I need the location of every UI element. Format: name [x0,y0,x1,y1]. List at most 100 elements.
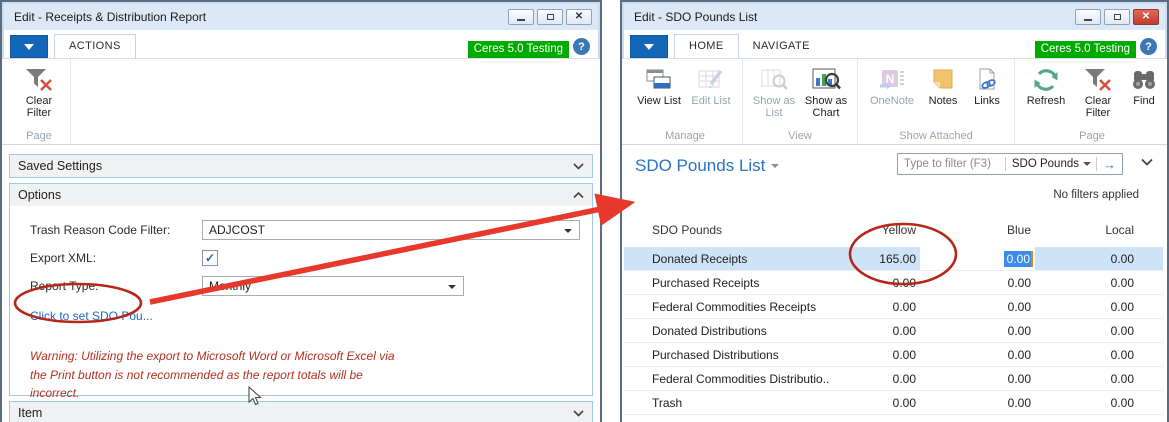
cell-name[interactable]: Donated Receipts [624,247,830,271]
links-button[interactable]: Links [966,63,1008,107]
cell-name[interactable]: Federal Commodities Receipts [624,295,830,319]
filter-field-selector[interactable]: SDO Pounds [1006,158,1083,170]
cell-blue[interactable]: 0.00 [920,391,1035,415]
cell-blue[interactable]: 0.00 [920,343,1035,367]
fasttab-options: Options Trash Reason Code Filter: ADJCOS… [9,183,593,396]
request-page-content: Saved Settings Options Trash Reason Code… [2,145,600,422]
view-list-icon [645,65,673,95]
cell-name[interactable]: Federal Commodities Distributio... [624,367,830,391]
saved-settings-header[interactable]: Saved Settings [10,155,592,177]
cell-yellow[interactable]: 0.00 [830,271,920,295]
minimize-button[interactable] [508,9,534,25]
report-type-combobox[interactable]: Monthly [202,276,464,296]
chevron-down-icon[interactable] [1083,162,1091,166]
cell-local[interactable]: 0.00 [1035,367,1138,391]
column-header-sdo-pounds[interactable]: SDO Pounds [624,215,830,247]
trash-reason-filter-combobox[interactable]: ADJCOST [202,220,580,240]
cell-yellow[interactable]: 0.00 [830,295,920,319]
chevron-down-icon [644,44,654,50]
cell-name[interactable]: Purchased Receipts [624,271,830,295]
item-header[interactable]: Item [10,402,592,422]
page-title[interactable]: SDO Pounds List [635,156,779,176]
table-row[interactable]: Purchased Distributions 0.00 0.00 0.00 [624,343,1163,367]
dropdown-arrow-icon[interactable] [448,285,456,289]
cell-local[interactable]: 0.00 [1035,319,1138,343]
dropdown-arrow-icon[interactable] [564,229,572,233]
restore-button[interactable] [1104,9,1130,25]
clear-filter-button[interactable]: Clear Filter [14,63,64,120]
cell-local[interactable]: 0.00 [1035,247,1138,271]
cell-name[interactable]: Trash [624,391,830,415]
filter-go-button[interactable]: → [1097,157,1122,172]
warning-text: Warning: Utilizing the export to Microso… [30,347,492,403]
sdo-pounds-table: SDO Pounds Yellow Blue Local Donated Rec… [624,215,1163,415]
cell-name[interactable]: Donated Distributions [624,319,830,343]
cell-yellow[interactable]: 0.00 [830,391,920,415]
group-label-manage: Manage [634,129,736,144]
view-list-button[interactable]: View List [634,63,684,107]
notes-button[interactable]: Notes [922,63,964,107]
onenote-button[interactable]: N OneNote [864,63,920,107]
chevron-down-icon[interactable] [771,164,779,168]
cell-blue[interactable]: 0.00 [920,367,1035,391]
app-menu-button[interactable] [10,35,48,58]
set-sdo-pounds-link[interactable]: Click to set SDO Pou... [30,309,153,323]
window-title: Edit - SDO Pounds List [634,10,1075,24]
tab-navigate[interactable]: NAVIGATE [739,35,824,58]
options-label: Options [18,188,61,202]
show-as-chart-button[interactable]: Show as Chart [801,63,851,120]
export-xml-checkbox[interactable]: ✓ [202,250,218,266]
help-icon[interactable]: ? [573,38,590,55]
column-header-local[interactable]: Local [1035,215,1138,247]
restore-button[interactable] [537,9,563,25]
cell-blue-editing[interactable]: 0.00 [920,247,1035,271]
ribbon-tab-row: ACTIONS Ceres 5.0 Testing ? [2,30,600,59]
cell-blue[interactable]: 0.00 [920,295,1035,319]
table-row[interactable]: Federal Commodities Receipts 0.00 0.00 0… [624,295,1163,319]
cell-blue[interactable]: 0.00 [920,319,1035,343]
cell-blue[interactable]: 0.00 [920,271,1035,295]
help-icon[interactable]: ? [1140,38,1157,55]
restore-icon [1114,14,1121,20]
edit-selection[interactable]: 0.00 [1004,251,1033,267]
cell-name[interactable]: Purchased Distributions [624,343,830,367]
cell-yellow[interactable]: 0.00 [830,343,920,367]
app-menu-button[interactable] [630,35,668,58]
cell-local[interactable]: 0.00 [1035,271,1138,295]
table-row[interactable]: Donated Receipts 165.00 0.00 0.00 [624,247,1163,271]
minimize-button[interactable] [1075,9,1101,25]
clear-filter-button[interactable]: Clear Filter [1073,63,1123,120]
table-row[interactable]: Federal Commodities Distributio... 0.00 … [624,367,1163,391]
cell-local[interactable]: 0.00 [1035,391,1138,415]
titlebar[interactable]: Edit - Receipts & Distribution Report ✕ [4,4,598,30]
show-as-list-button[interactable]: Show as List [749,63,799,120]
table-row[interactable]: Trash 0.00 0.00 0.00 [624,391,1163,415]
cell-local[interactable]: 0.00 [1035,343,1138,367]
filter-box: Type to filter (F3) SDO Pounds → [897,153,1123,175]
close-button[interactable]: ✕ [1133,9,1159,25]
svg-text:N: N [886,72,895,86]
cell-yellow[interactable]: 0.00 [830,319,920,343]
options-header[interactable]: Options [10,184,592,206]
cell-yellow[interactable]: 165.00 [830,247,920,271]
ribbon-group-page: Refresh Clear Filter [1015,59,1169,144]
page-title-text: SDO Pounds List [635,156,765,175]
refresh-button[interactable]: Refresh [1021,63,1071,107]
edit-list-button[interactable]: Edit List [686,63,736,107]
cell-local[interactable]: 0.00 [1035,295,1138,319]
close-button[interactable]: ✕ [566,9,592,25]
table-row[interactable]: Donated Distributions 0.00 0.00 0.00 [624,319,1163,343]
tab-actions[interactable]: ACTIONS [54,34,136,58]
links-icon [975,65,999,95]
column-header-yellow[interactable]: Yellow [830,215,920,247]
cell-yellow[interactable]: 0.00 [830,367,920,391]
filter-pane-chevron[interactable] [1141,158,1153,166]
refresh-label: Refresh [1027,95,1066,107]
tab-home[interactable]: HOME [674,34,739,58]
find-button[interactable]: Find [1125,63,1163,107]
filter-input[interactable]: Type to filter (F3) [898,158,1005,170]
titlebar[interactable]: Edit - SDO Pounds List ✕ [624,4,1165,30]
column-header-blue[interactable]: Blue [920,215,1035,247]
table-row[interactable]: Purchased Receipts 0.00 0.00 0.00 [624,271,1163,295]
edit-list-icon [697,65,725,95]
